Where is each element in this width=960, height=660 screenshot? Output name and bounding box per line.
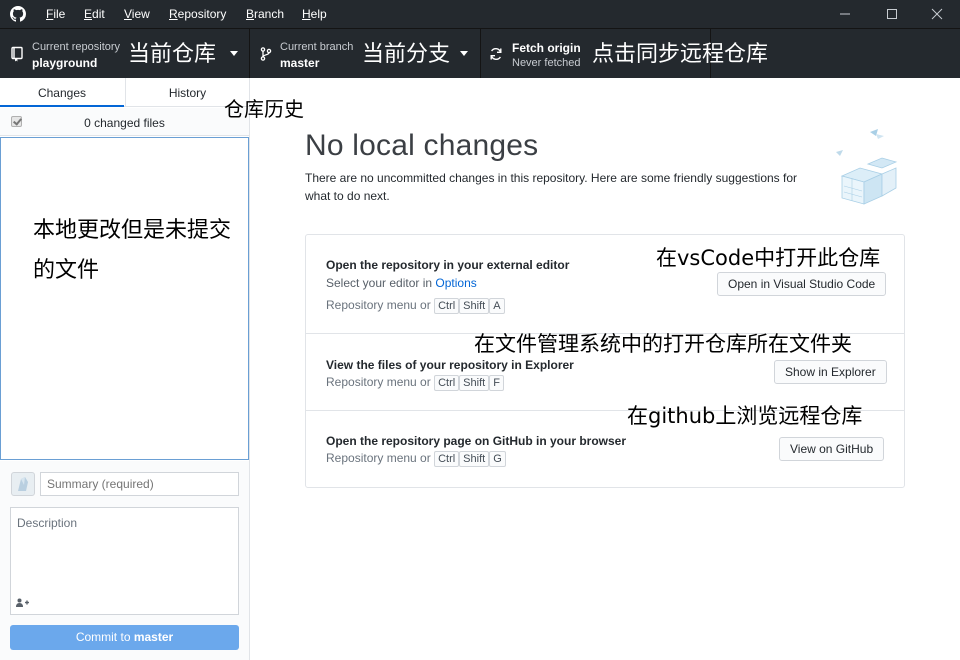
view-on-github-note: 在github上浏览远程仓库 — [627, 404, 863, 428]
shortcut-hint-text: Repository menu or — [326, 375, 431, 389]
current-repository-value: playground — [32, 56, 98, 70]
fetch-status: Never fetched — [512, 57, 581, 69]
menu-file[interactable]: File — [46, 7, 65, 21]
key-ctrl: Ctrl — [434, 375, 460, 391]
action-title: View the files of your repository in Exp… — [326, 358, 574, 372]
changes-header: 0 changed files — [0, 108, 249, 136]
minimize-icon — [840, 13, 850, 15]
key-shift: Shift — [459, 451, 490, 467]
key-shift: Shift — [459, 298, 490, 314]
open-in-vscode-button[interactable]: Open in Visual Studio Code — [717, 272, 887, 296]
history-note: 仓库历史 — [224, 97, 304, 121]
key-a: A — [489, 298, 505, 314]
fetch-origin-label: Fetch origin — [512, 41, 581, 55]
current-branch-value: master — [280, 56, 320, 70]
commit-area: Description Commit to master — [0, 461, 249, 660]
changed-file-list[interactable]: 本地更改但是未提交的文件 — [0, 137, 249, 460]
github-logo-icon — [10, 6, 26, 22]
open-editor-note: 在vsCode中打开此仓库 — [656, 246, 881, 270]
current-repository-label: Current repository — [32, 41, 121, 53]
current-branch-label: Current branch — [280, 41, 354, 53]
menu-view[interactable]: View — [124, 7, 150, 21]
maximize-icon — [887, 9, 897, 19]
sync-icon — [490, 48, 502, 60]
tab-changes[interactable]: Changes — [0, 78, 124, 107]
file-list-note: 本地更改但是未提交的文件 — [33, 218, 232, 283]
shortcut-hint: Repository menu or Ctrl Shift F — [326, 374, 504, 391]
shortcut-hint: Repository menu or Ctrl Shift A — [326, 297, 505, 314]
action-title: Open the repository in your external edi… — [326, 258, 570, 272]
maximize-button[interactable] — [869, 0, 915, 28]
shortcut-hint: Repository menu or Ctrl Shift G — [326, 450, 506, 467]
branch-icon — [260, 47, 272, 61]
show-in-explorer-button[interactable]: Show in Explorer — [774, 360, 887, 384]
add-coauthor-icon[interactable] — [16, 598, 29, 609]
avatar-icon — [11, 472, 35, 496]
menu-edit[interactable]: Edit — [84, 7, 105, 21]
key-ctrl: Ctrl — [434, 298, 460, 314]
action-view-on-github: Open the repository page on GitHub in yo… — [306, 404, 904, 487]
summary-input[interactable] — [40, 472, 239, 496]
commit-branch-name: master — [133, 630, 174, 644]
show-in-explorer-note: 在文件管理系统中的打开仓库所在文件夹 — [474, 332, 852, 356]
commit-button[interactable]: Commit to master — [10, 625, 239, 650]
title-bar: File Edit View Repository Branch Help — [0, 0, 960, 28]
key-shift: Shift — [459, 375, 490, 391]
suggested-actions: Open the repository in your external edi… — [305, 234, 905, 488]
close-icon — [931, 8, 943, 20]
fetch-origin-note: 点击同步远程仓库 — [592, 42, 769, 67]
view-on-github-button[interactable]: View on GitHub — [779, 437, 885, 461]
menu-repository[interactable]: Repository — [169, 7, 226, 21]
toolbar: Current repository playground 当前仓库 Curre… — [0, 28, 960, 78]
empty-state-illustration-icon — [836, 129, 898, 205]
sidebar: Changes History 0 changed files 本地更改但是未提… — [0, 78, 250, 660]
action-subtitle: Select your editor in Options — [326, 276, 477, 290]
repo-icon — [11, 46, 23, 62]
minimize-button[interactable] — [822, 0, 868, 28]
key-ctrl: Ctrl — [434, 451, 460, 467]
commit-button-label: Commit to — [75, 630, 134, 644]
action-show-in-explorer: View the files of your repository in Exp… — [306, 332, 904, 411]
sidebar-tabs: Changes History — [0, 78, 249, 107]
current-branch-button[interactable]: Current branch master 当前分支 — [250, 29, 481, 78]
action-open-editor: Open the repository in your external edi… — [306, 235, 904, 334]
key-f: F — [489, 375, 504, 391]
action-subtitle-text: Select your editor in — [326, 276, 436, 290]
key-g: G — [489, 451, 506, 467]
shortcut-hint-text: Repository menu or — [326, 298, 431, 312]
shortcut-hint-text: Repository menu or — [326, 451, 431, 465]
caret-down-icon — [230, 51, 238, 56]
description-input[interactable]: Description — [10, 507, 239, 615]
page-subtitle: There are no uncommitted changes in this… — [305, 171, 798, 203]
action-title: Open the repository page on GitHub in yo… — [326, 434, 627, 448]
current-repository-button[interactable]: Current repository playground 当前仓库 — [0, 29, 250, 78]
caret-down-icon — [460, 51, 468, 56]
menu-branch[interactable]: Branch — [246, 7, 284, 21]
current-branch-note: 当前分支 — [362, 42, 451, 67]
fetch-origin-button[interactable]: Fetch origin Never fetched 点击同步远程仓库 — [481, 29, 768, 78]
menu-help[interactable]: Help — [302, 7, 327, 21]
options-link[interactable]: Options — [435, 276, 476, 290]
current-repository-note: 当前仓库 — [128, 42, 217, 67]
page-title: No local changes — [305, 129, 539, 162]
close-button[interactable] — [914, 0, 960, 28]
changed-files-count: 0 changed files — [84, 116, 165, 130]
